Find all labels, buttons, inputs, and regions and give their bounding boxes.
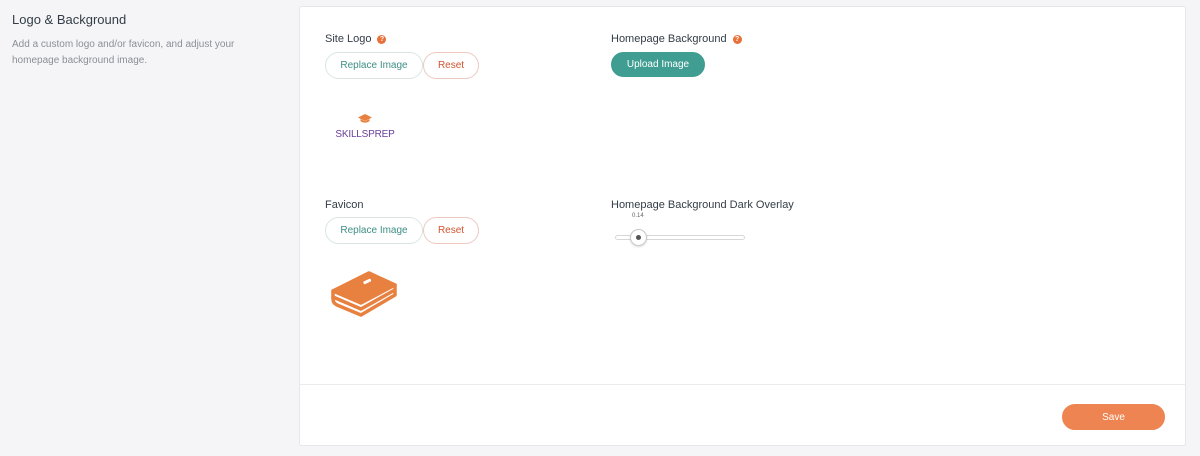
- settings-card: Site Logo ? Replace Image Reset SKILLSPR…: [299, 6, 1186, 446]
- site-logo-label-row: Site Logo ?: [325, 33, 387, 45]
- favicon-reset-button[interactable]: Reset: [423, 217, 479, 244]
- favicon-preview: [327, 269, 399, 319]
- dark-overlay-label-row: Homepage Background Dark Overlay: [611, 199, 794, 211]
- homepage-background-label: Homepage Background: [611, 33, 727, 45]
- favicon-label: Favicon: [325, 199, 364, 211]
- site-logo-label: Site Logo: [325, 33, 372, 45]
- site-logo-replace-button[interactable]: Replace Image: [325, 52, 423, 79]
- favicon-replace-button[interactable]: Replace Image: [325, 217, 423, 244]
- dark-overlay-slider-thumb[interactable]: [630, 229, 647, 246]
- card-footer: Save: [300, 384, 1185, 445]
- logo-mark-icon: [358, 114, 372, 123]
- save-button[interactable]: Save: [1062, 404, 1165, 430]
- site-logo-reset-button[interactable]: Reset: [423, 52, 479, 79]
- section-title: Logo & Background: [12, 12, 127, 27]
- dark-overlay-label: Homepage Background Dark Overlay: [611, 199, 794, 211]
- section-description: Add a custom logo and/or favicon, and ad…: [12, 39, 235, 66]
- book-icon: [331, 271, 397, 317]
- dark-overlay-value: 0.14: [632, 213, 644, 219]
- help-icon[interactable]: ?: [732, 34, 742, 44]
- upload-image-button[interactable]: Upload Image: [611, 52, 705, 77]
- favicon-label-row: Favicon: [325, 199, 364, 211]
- logo-text: SKILLSPREP: [335, 129, 395, 140]
- section-intro: Logo & Background Add a custom logo and/…: [12, 12, 282, 69]
- site-logo-preview: SKILLSPREP: [335, 111, 395, 140]
- homepage-background-label-row: Homepage Background ?: [611, 33, 742, 45]
- help-icon[interactable]: ?: [377, 34, 387, 44]
